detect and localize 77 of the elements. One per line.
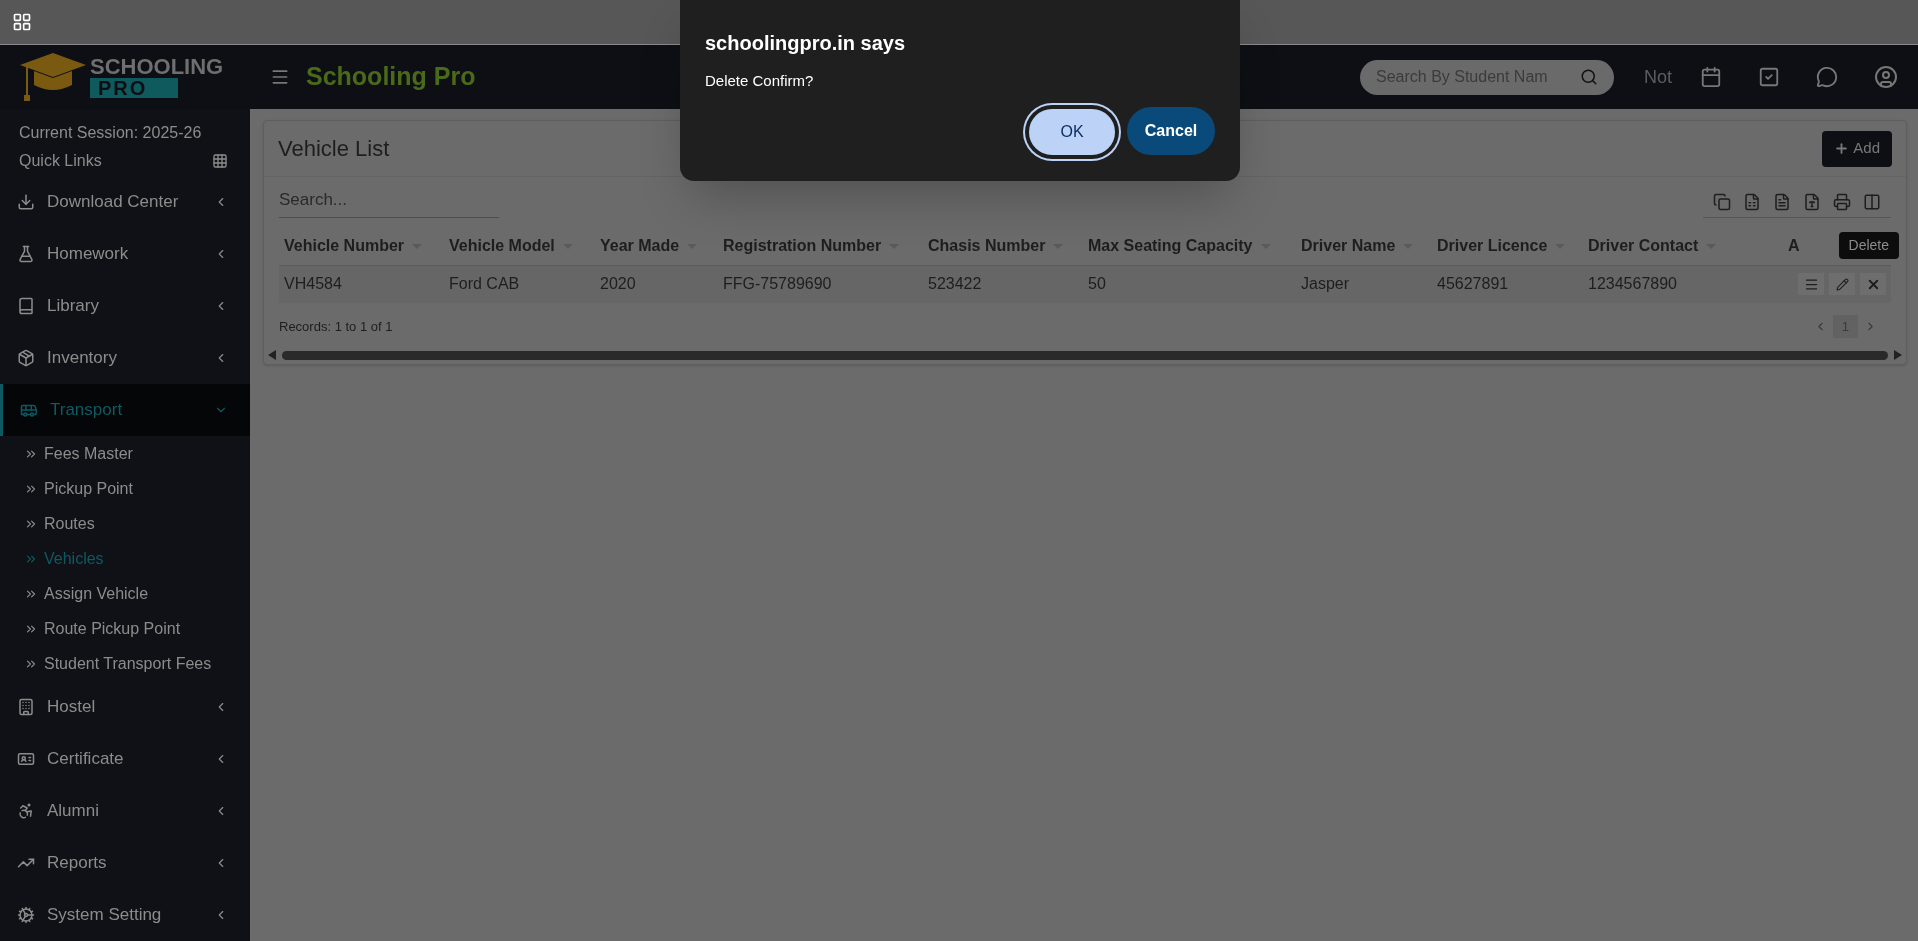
- sidebar-item[interactable]: Alumni: [0, 785, 250, 837]
- column-header[interactable]: Driver Contact: [1588, 234, 1717, 259]
- dialog-message: Delete Confirm?: [705, 71, 815, 91]
- table-cell: 523422: [928, 275, 982, 293]
- logo-text: SCHOOLING: [90, 56, 224, 78]
- apps-icon[interactable]: [12, 12, 32, 32]
- search-icon[interactable]: [1580, 68, 1598, 86]
- table-cell: 1234567890: [1588, 275, 1677, 293]
- table-cell: VH4584: [284, 275, 342, 293]
- table-cell: Ford CAB: [449, 275, 520, 293]
- task-icon[interactable]: [1758, 66, 1780, 88]
- plus-icon: [1834, 141, 1850, 156]
- tooltip: Delete: [1838, 232, 1899, 259]
- submenu-item[interactable]: Assign Vehicle: [0, 576, 250, 611]
- column-header[interactable]: Driver Name: [1301, 234, 1414, 259]
- table-cell: Jasper: [1301, 275, 1350, 293]
- sidebar-item[interactable]: Inventory: [0, 332, 250, 384]
- submenu-item[interactable]: Route Pickup Point: [0, 611, 250, 646]
- sidebar-item[interactable]: Library: [0, 280, 250, 332]
- menu-icon[interactable]: [270, 67, 290, 87]
- avatar-icon[interactable]: [1874, 65, 1898, 89]
- download-icon: [17, 193, 35, 211]
- column-header[interactable]: Max Seating Capacity: [1088, 234, 1271, 259]
- table-cell: FFG-75789690: [723, 275, 832, 293]
- dialog-title: schoolingpro.in says: [705, 31, 907, 56]
- building-icon: [17, 698, 35, 716]
- table-cell: 2020: [600, 275, 636, 293]
- records-text: Records: 1 to 1 of 1: [279, 317, 394, 336]
- table-cell: 50: [1088, 275, 1106, 293]
- table-cell: 45627891: [1437, 275, 1509, 293]
- pdf-icon[interactable]: [1803, 192, 1821, 211]
- id-card-icon: [17, 750, 35, 768]
- menu-icon: [1803, 276, 1819, 292]
- column-header[interactable]: Vehicle Model: [449, 234, 573, 259]
- sidebar-item[interactable]: Download Center: [0, 176, 250, 228]
- columns-icon[interactable]: [1863, 192, 1881, 211]
- calendar-icon[interactable]: [1700, 66, 1722, 88]
- submenu-item[interactable]: Routes: [0, 506, 250, 541]
- column-header[interactable]: Vehicle Number: [284, 234, 423, 259]
- sidebar-item[interactable]: Certificate: [0, 733, 250, 785]
- column-header[interactable]: Chasis Number: [928, 234, 1064, 259]
- column-header[interactable]: Year Made: [600, 234, 698, 259]
- sidebar-item[interactable]: Reports: [0, 837, 250, 889]
- submenu-item[interactable]: Student Transport Fees: [0, 646, 250, 681]
- column-header[interactable]: A: [1788, 234, 1800, 259]
- sidebar-item[interactable]: System Setting: [0, 889, 250, 941]
- app-title: Schooling Pro: [306, 61, 476, 93]
- document-icon[interactable]: [1773, 192, 1791, 211]
- column-header[interactable]: Driver Licence: [1437, 234, 1566, 259]
- session-text: Current Session: 2025-26: [18, 123, 203, 143]
- graduation-cap-icon: [20, 51, 86, 103]
- chat-icon[interactable]: [1816, 66, 1838, 88]
- sidebar-item[interactable]: Homework: [0, 228, 250, 280]
- add-button[interactable]: Add: [1822, 130, 1892, 167]
- menu-button[interactable]: [1798, 273, 1824, 296]
- flask-icon: [17, 245, 35, 263]
- pencil-icon: [1835, 277, 1849, 291]
- edit-button[interactable]: [1829, 273, 1855, 296]
- sidebar-item[interactable]: Hostel: [0, 681, 250, 733]
- search-field[interactable]: Search...: [279, 187, 499, 218]
- quick-links[interactable]: Quick Links: [19, 148, 212, 173]
- book-icon: [17, 297, 35, 315]
- submenu-item[interactable]: Pickup Point: [0, 471, 250, 506]
- column-header[interactable]: Registration Number: [723, 234, 900, 259]
- card-title: Vehicle List: [278, 135, 391, 163]
- cancel-button[interactable]: Cancel: [1127, 106, 1215, 155]
- person-icon: [17, 802, 35, 820]
- delete-button[interactable]: [1860, 273, 1886, 296]
- print-icon[interactable]: [1833, 192, 1851, 211]
- submenu-item[interactable]: Fees Master: [0, 436, 250, 471]
- spreadsheet-icon[interactable]: [1743, 192, 1761, 211]
- logo-badge: PRO: [90, 78, 178, 98]
- settings-icon: [17, 906, 35, 924]
- copy-icon[interactable]: [1713, 192, 1731, 211]
- notification-text[interactable]: Not: [1644, 63, 1672, 91]
- grid-icon[interactable]: [212, 152, 228, 169]
- box-icon: [17, 349, 35, 367]
